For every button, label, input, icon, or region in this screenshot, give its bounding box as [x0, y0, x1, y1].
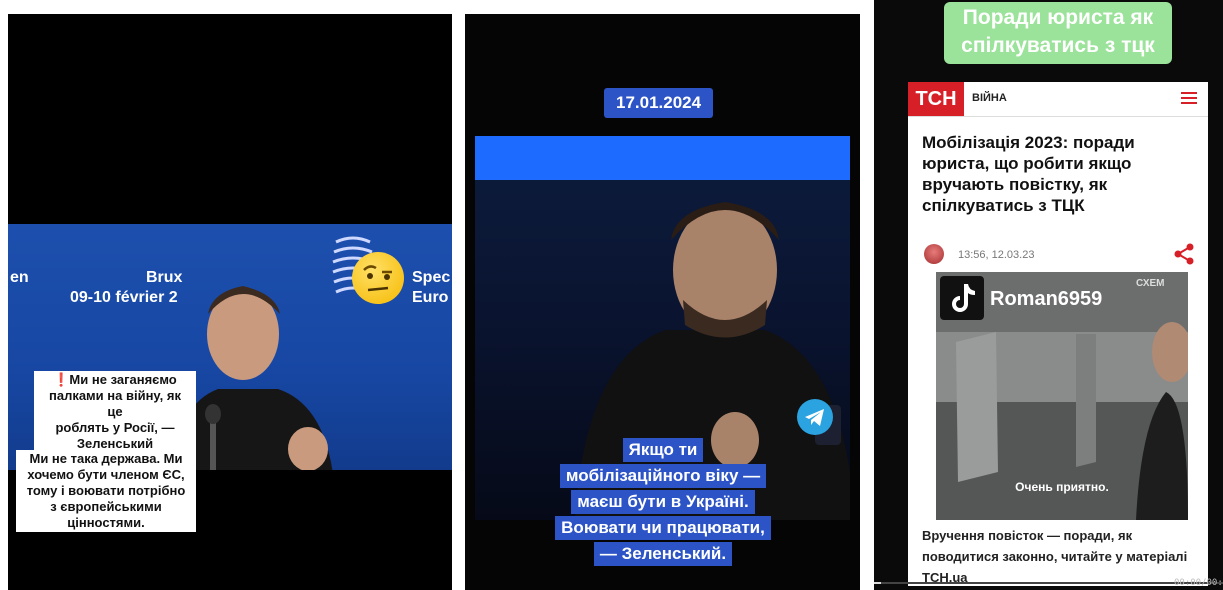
caption-line: хочемо бути членом ЄС, — [22, 467, 190, 483]
raised-eyebrow-face-icon — [352, 252, 404, 304]
caption-line: маєш бути в Україні. — [571, 490, 755, 514]
author-avatar — [924, 244, 944, 264]
share-icon[interactable] — [1172, 242, 1196, 266]
caption-line: тому і воювати потрібно — [22, 483, 190, 499]
caption-line: спілкуватись з тцк — [961, 34, 1155, 57]
caption-quote: Якщо ти мобілізаційного віку — маєш бути… — [543, 437, 783, 567]
caption-line: мобілізаційного віку — — [559, 464, 767, 488]
backdrop-text-right-top: Spec — [412, 269, 451, 286]
article-screenshot: ТСН ВІЙНА Мобілізація 2023: поради юрист… — [908, 82, 1208, 586]
caption-quote-bottom: Ми не така держава. Ми хочемо бути члено… — [16, 450, 196, 532]
video-progress-bar[interactable] — [874, 582, 1223, 584]
caption-line: ❗Ми не заганяємо — [40, 372, 190, 388]
caption-line: Якщо ти — [622, 438, 704, 462]
story-panel-date[interactable]: 17.01.2024 Якщо ти мобілізаційного віку … — [465, 14, 860, 590]
caption-line: Поради юриста як — [962, 6, 1154, 29]
embedded-video[interactable]: Roman6959 СХЕМ Очень приятно. — [936, 272, 1188, 520]
video-subtitle: Очень приятно. — [1015, 480, 1109, 494]
caption-line: палками на війну, як це — [40, 388, 190, 420]
category-label[interactable]: ВІЙНА — [972, 92, 1007, 104]
caption-line: Ми не така держава. Ми — [22, 451, 190, 467]
backdrop-text-left: en — [10, 269, 29, 286]
caption-line: цінностями. — [22, 515, 190, 531]
tiktok-logo-icon — [940, 276, 984, 320]
story-panel-article[interactable]: Поради юриста як спілкуватись з тцк ТСН … — [874, 0, 1223, 590]
caption-line: Воювати чи працювати, — [555, 516, 771, 540]
blue-banner — [475, 136, 850, 180]
green-caption: Поради юриста як спілкуватись з тцк — [944, 2, 1172, 64]
backdrop-text-right-bottom: Euro — [412, 289, 449, 306]
telegram-icon[interactable] — [797, 399, 833, 435]
article-timestamp: 13:56, 12.03.23 — [958, 249, 1035, 261]
caption-line: з європейськими — [22, 499, 190, 515]
site-header: ТСН ВІЙНА — [908, 82, 1208, 117]
tiktok-username: Roman6959 — [990, 288, 1103, 310]
caption-line: — Зеленський. — [593, 542, 733, 566]
story-panel-brussels[interactable]: en Brux 09-10 février 2 Spec Euro ❗Ми не… — [8, 14, 452, 590]
caption-quote-top: ❗Ми не заганяємо палками на війну, як це… — [34, 371, 196, 453]
video-brand-label: СХЕМ — [1136, 278, 1165, 289]
caption-line: роблять у Росії, — — [40, 420, 190, 436]
article-title[interactable]: Мобілізація 2023: поради юриста, що роби… — [922, 132, 1192, 216]
tsn-logo[interactable]: ТСН — [908, 82, 964, 116]
article-lead[interactable]: Вручення повісток — поради, як поводитис… — [922, 525, 1202, 588]
hamburger-menu-icon[interactable] — [1180, 89, 1198, 107]
video-progress-fill — [874, 582, 881, 584]
video-timecode: 00:00/00:28 — [1174, 578, 1223, 588]
date-badge: 17.01.2024 — [604, 88, 714, 118]
